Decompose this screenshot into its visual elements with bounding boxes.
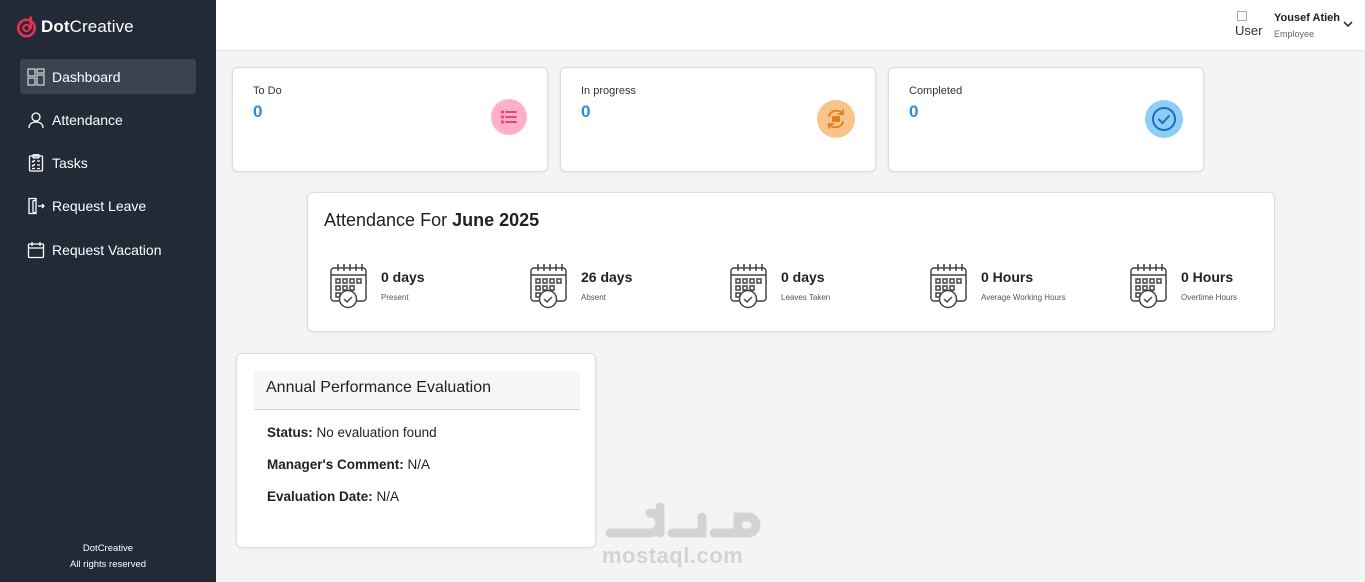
avatar-alt-text: User xyxy=(1235,23,1263,38)
sidebar-item-label: Dashboard xyxy=(52,68,121,85)
user-role: Employee xyxy=(1274,29,1315,39)
check-circle-icon xyxy=(1145,100,1183,138)
sidebar-nav: Dashboard Attendance Tasks Request Leave… xyxy=(20,59,196,275)
brand-name: DotCreative xyxy=(41,17,134,36)
user-avatar[interactable]: User xyxy=(1235,10,1267,40)
sidebar-item-label: Tasks xyxy=(52,155,88,172)
stat-title: Completed xyxy=(909,85,963,97)
evaluation-header: Annual Performance Evaluation xyxy=(254,371,580,410)
calendar-check-icon xyxy=(730,264,767,309)
user-icon xyxy=(26,110,46,130)
sidebar-item-label: Request Leave xyxy=(52,198,147,215)
attendance-label: Present xyxy=(381,293,409,302)
attendance-label: Overtime Hours xyxy=(1181,293,1238,302)
dotcreative-logo-icon xyxy=(17,16,36,38)
sidebar-item-request-vacation[interactable]: Request Vacation xyxy=(20,232,196,267)
attendance-card: Attendance For June 2025 0 days Present … xyxy=(307,192,1275,332)
evaluation-date: Evaluation Date: N/A xyxy=(267,489,400,504)
stat-value: 0 xyxy=(581,102,591,121)
evaluation-title: Annual Performance Evaluation xyxy=(266,379,492,396)
user-name[interactable]: Yousef Atieh xyxy=(1274,12,1340,24)
attendance-label: Leaves Taken xyxy=(781,293,831,302)
attendance-value: 0 days xyxy=(781,269,825,285)
chevron-down-icon[interactable] xyxy=(1341,17,1355,31)
sidebar-item-request-leave[interactable]: Request Leave xyxy=(20,189,196,224)
stat-card-completed: Completed 0 xyxy=(888,67,1204,172)
attendance-title: Attendance For June 2025 xyxy=(324,210,540,230)
attendance-label: Absent xyxy=(581,293,606,302)
attendance-stat-present: 0 days Present xyxy=(329,263,519,311)
sidebar-footer: DotCreative All rights reserved xyxy=(0,541,216,573)
attendance-value: 0 Hours xyxy=(981,269,1034,285)
list-icon xyxy=(491,99,527,135)
evaluation-manager-comment: Manager's Comment: N/A xyxy=(267,457,430,472)
sidebar-item-label: Attendance xyxy=(52,111,123,128)
stat-value: 0 xyxy=(909,102,919,121)
top-header: User Yousef Atieh Employee xyxy=(216,0,1365,51)
calendar-check-icon xyxy=(330,264,367,309)
attendance-value: 26 days xyxy=(581,269,633,285)
sidebar-item-label: Request Vacation xyxy=(52,241,162,258)
stat-card-todo: To Do 0 xyxy=(232,67,548,172)
attendance-stat-absent: 26 days Absent xyxy=(529,263,719,311)
mostaql-watermark: mostaql.com xyxy=(602,497,762,573)
sidebar-item-dashboard[interactable]: Dashboard xyxy=(20,59,196,94)
attendance-value: 0 days xyxy=(381,269,425,285)
calendar-check-icon xyxy=(530,264,567,309)
calendar-check-icon xyxy=(930,264,967,309)
footer-brand: DotCreative xyxy=(82,543,134,554)
stat-title: To Do xyxy=(253,85,282,97)
evaluation-card: Annual Performance Evaluation Status: No… xyxy=(236,353,596,548)
attendance-value: 0 Hours xyxy=(1181,269,1234,285)
exit-door-icon xyxy=(26,196,46,216)
dashboard-icon xyxy=(26,67,46,87)
broken-image-icon xyxy=(1237,11,1247,21)
stat-value: 0 xyxy=(253,102,263,121)
attendance-stat-leaves: 0 days Leaves Taken xyxy=(729,263,919,311)
calendar-check-icon xyxy=(1130,264,1167,309)
clipboard-icon xyxy=(26,153,46,173)
sidebar-item-tasks[interactable]: Tasks xyxy=(20,146,196,181)
attendance-stat-avg-hours: 0 Hours Average Working Hours xyxy=(929,263,1119,311)
watermark-text: mostaql.com xyxy=(602,543,744,568)
stat-card-in-progress: In progress 0 xyxy=(560,67,876,172)
evaluation-status: Status: No evaluation found xyxy=(267,425,437,440)
calendar-icon xyxy=(26,240,46,260)
footer-rights: All rights reserved xyxy=(69,559,147,570)
mostaql-logo-icon xyxy=(605,502,761,538)
brand-logo-link[interactable]: DotCreative xyxy=(16,16,134,38)
attendance-stat-overtime: 0 Hours Overtime Hours xyxy=(1129,263,1319,311)
sidebar-item-attendance[interactable]: Attendance xyxy=(20,102,196,137)
progress-icon xyxy=(817,100,855,138)
attendance-label: Average Working Hours xyxy=(981,293,1066,302)
sidebar: DotCreative Dashboard Attendance Tasks R… xyxy=(0,0,216,582)
stat-title: In progress xyxy=(581,85,637,97)
